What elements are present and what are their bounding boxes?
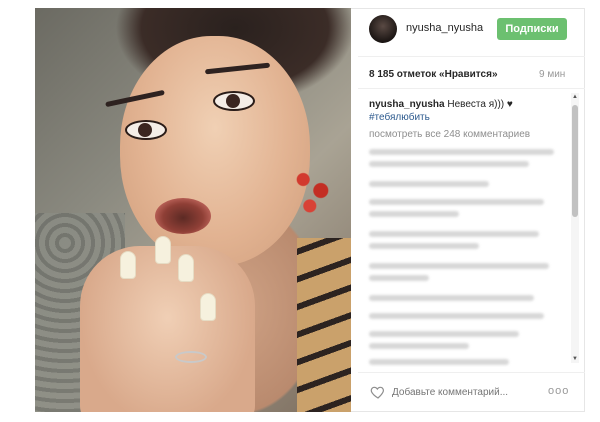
post-header: nyusha_nyusha Подписки [358,8,585,57]
blurred-comment [369,211,459,217]
divider [358,88,585,89]
post-photo[interactable] [35,8,351,412]
comment-input[interactable] [392,384,532,400]
photo-earring [290,163,334,218]
scroll-up-arrow-icon[interactable]: ▲ [571,93,579,101]
photo-nail [155,236,171,264]
photo-eye-right [213,91,255,111]
header-username[interactable]: nyusha_nyusha [406,22,483,34]
photo-nail [200,293,216,321]
blurred-comment [369,181,489,187]
photo-scarf [297,238,351,412]
post-footer: ooo [358,372,585,413]
photo-mouth [155,198,211,234]
blurred-comment [369,149,554,155]
blurred-comment [369,161,529,167]
scrollbar-thumb[interactable] [572,105,578,217]
blurred-comment [369,331,519,337]
comments-list: nyusha_nyusha Невеста я))) ♥ #тебялюбить… [358,91,585,367]
blurred-comment [369,199,544,205]
photo-hand [80,246,255,412]
photo-nail [120,251,136,279]
blurred-comment [369,313,544,319]
caption-hashtag[interactable]: #тебялюбить [369,112,430,123]
more-options-icon[interactable]: ooo [548,385,569,397]
view-all-comments-link[interactable]: посмотреть все 248 комментариев [369,129,530,140]
comments-scrollbar[interactable]: ▲ ▼ [571,93,579,363]
scroll-down-arrow-icon[interactable]: ▼ [571,355,579,363]
blurred-comment [369,295,534,301]
heart-icon[interactable] [370,384,386,400]
blurred-comment [369,275,429,281]
follow-button[interactable]: Подписки [497,18,567,40]
blurred-comment [369,263,549,269]
photo-eye-left [125,120,167,140]
blurred-comment [369,359,509,365]
blurred-comment [369,231,539,237]
blurred-comment [369,243,479,249]
post-sidebar: nyusha_nyusha Подписки 8 185 отметок «Нр… [358,8,585,412]
photo-ring [175,351,207,363]
caption: nyusha_nyusha Невеста я))) ♥ #тебялюбить [369,98,564,124]
photo-nail [178,254,194,282]
avatar[interactable] [369,15,397,43]
caption-heart: ♥ [506,99,513,110]
blurred-comment [369,343,469,349]
caption-text: Невеста я))) [447,99,507,110]
post-time[interactable]: 9 мин [539,69,565,80]
caption-username[interactable]: nyusha_nyusha [369,99,445,110]
